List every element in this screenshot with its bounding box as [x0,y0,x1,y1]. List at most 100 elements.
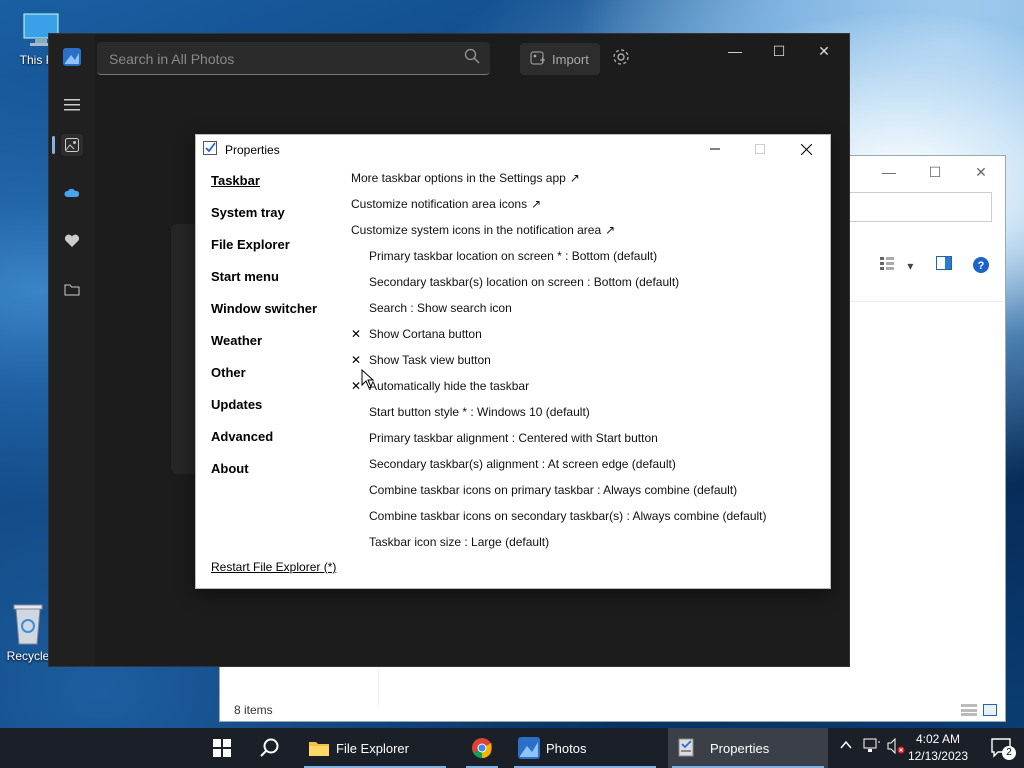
nav-updates[interactable]: Updates [211,397,262,412]
nav-advanced[interactable]: Advanced [211,429,273,444]
combine-secondary-option[interactable]: Combine taskbar icons on secondary taskb… [369,509,767,523]
properties-close-button[interactable] [783,137,829,161]
explorer-maximize-button[interactable]: ☐ [912,160,958,184]
properties-title-bar[interactable]: Properties [196,135,830,163]
show-task-view-option[interactable]: Show Task view button [369,353,491,367]
option-label: Customize system icons in the notificati… [351,223,602,237]
external-link-icon: ↗ [531,197,542,211]
onedrive-nav[interactable] [61,182,83,204]
preview-pane-button[interactable] [936,256,952,276]
explorer-minimize-button[interactable]: — [866,160,912,184]
mouse-cursor-icon [361,369,375,389]
network-icon [863,738,880,752]
settings-app-link[interactable]: More taskbar options in the Settings app… [351,171,580,185]
cortana-check-mark: ✕ [351,327,362,341]
desktop-background: This PC Recycle — ☐ ✕ ▾ ? 8 items Search… [0,0,1024,728]
properties-maximize-button [737,137,783,161]
search-icon[interactable] [464,48,480,64]
taskbar-search-button[interactable] [248,728,292,768]
heart-icon [64,234,80,247]
maximize-icon [755,144,765,154]
large-icons-layout-icon[interactable] [983,704,997,716]
recycle-bin-icon [13,604,43,645]
primary-taskbar-location-option[interactable]: Primary taskbar location on screen * : B… [369,249,657,263]
folder-icon [309,742,329,756]
photos-maximize-button[interactable]: ☐ [756,40,802,62]
folder-icon [64,284,80,295]
search-icon [260,738,279,757]
properties-dialog[interactable]: Properties Taskbar System tray File Expl… [195,134,831,589]
explorer-view-options[interactable]: ▾ [880,256,913,276]
details-layout-icon[interactable] [961,704,977,716]
icon-size-option[interactable]: Taskbar icon size : Large (default) [369,535,549,549]
notification-count-badge: 2 [1002,746,1016,760]
start-button[interactable] [200,728,244,768]
search-option[interactable]: Search : Show search icon [369,301,512,315]
auto-hide-taskbar-option[interactable]: Automatically hide the taskbar [369,379,529,393]
nav-start-menu[interactable]: Start menu [211,269,279,284]
notification-icons-link[interactable]: Customize notification area icons ↗ [351,197,541,211]
start-button-style-option[interactable]: Start button style * : Windows 10 (defau… [369,405,590,419]
photos-close-button[interactable]: ✕ [801,40,847,62]
all-photos-nav[interactable] [61,134,83,156]
divider [850,301,1004,302]
primary-alignment-option[interactable]: Primary taskbar alignment : Centered wit… [369,431,658,445]
task-view-check-mark: ✕ [351,353,362,367]
nav-file-explorer[interactable]: File Explorer [211,237,290,252]
taskbar-file-explorer[interactable]: File Explorer [300,728,450,768]
photos-logo-icon [63,48,81,66]
properties-taskbar-label: Properties [710,740,770,756]
recycle-bin-label: Recycle [6,649,50,663]
secondary-alignment-option[interactable]: Secondary taskbar(s) alignment : At scre… [369,457,676,471]
taskbar-clock[interactable]: 4:02 AM 12/13/2023 [908,731,968,765]
file-explorer-label: File Explorer [336,740,409,756]
photos-minimize-button[interactable]: — [712,40,758,62]
view-toggle[interactable] [961,704,997,716]
nav-taskbar[interactable]: Taskbar [211,173,260,188]
import-button[interactable]: Import [520,43,600,75]
properties-app-icon [678,738,694,757]
nav-weather[interactable]: Weather [211,333,262,348]
combine-primary-option[interactable]: Combine taskbar icons on primary taskbar… [369,483,737,497]
nav-other[interactable]: Other [211,365,246,380]
auto-hide-check-mark: ✕ [351,379,362,393]
close-icon [800,143,812,155]
help-button[interactable]: ? [972,256,990,276]
photos-search-box[interactable] [97,42,490,75]
clock-time: 4:02 AM [915,732,960,746]
nav-about[interactable]: About [211,461,249,476]
properties-title: Properties [225,143,280,157]
chevron-down-icon[interactable]: ▾ [907,259,913,273]
selected-indicator [52,136,55,154]
nav-window-switcher[interactable]: Window switcher [211,301,317,316]
option-label: More taskbar options in the Settings app [351,171,566,185]
settings-gear-icon[interactable] [612,48,630,66]
svg-text:?: ? [978,260,985,272]
volume-tray-icon[interactable] [887,737,905,757]
show-hidden-icons-button[interactable] [839,738,853,755]
recycle-bin-desktop-icon[interactable]: Recycle [4,600,52,663]
taskbar-properties[interactable]: Properties [668,728,828,768]
properties-minimize-button[interactable] [692,137,738,161]
photos-label: Photos [546,740,587,756]
action-center-button[interactable]: 2 [990,736,1016,763]
image-icon [65,138,79,152]
taskbar-photos[interactable]: Photos [510,728,660,768]
folders-nav[interactable] [61,278,83,300]
restart-file-explorer-link[interactable]: Restart File Explorer (*) [211,560,336,574]
import-label: Import [552,51,589,67]
windows-logo-icon [213,739,231,757]
favorites-nav[interactable] [61,230,83,252]
system-icons-link[interactable]: Customize system icons in the notificati… [351,223,615,237]
network-tray-icon[interactable] [863,738,881,757]
photos-app-logo [61,46,83,68]
nav-system-tray[interactable]: System tray [211,205,285,220]
hamburger-menu-button[interactable] [61,94,83,116]
explorer-close-button[interactable]: ✕ [958,160,1004,184]
taskbar-chrome[interactable] [462,728,502,768]
show-cortana-option[interactable]: Show Cortana button [369,327,482,341]
checkbox-app-icon [203,141,217,155]
secondary-taskbar-location-option[interactable]: Secondary taskbar(s) location on screen … [369,275,679,289]
photos-search-input[interactable] [107,48,451,70]
explorer-search-box[interactable] [850,192,992,222]
